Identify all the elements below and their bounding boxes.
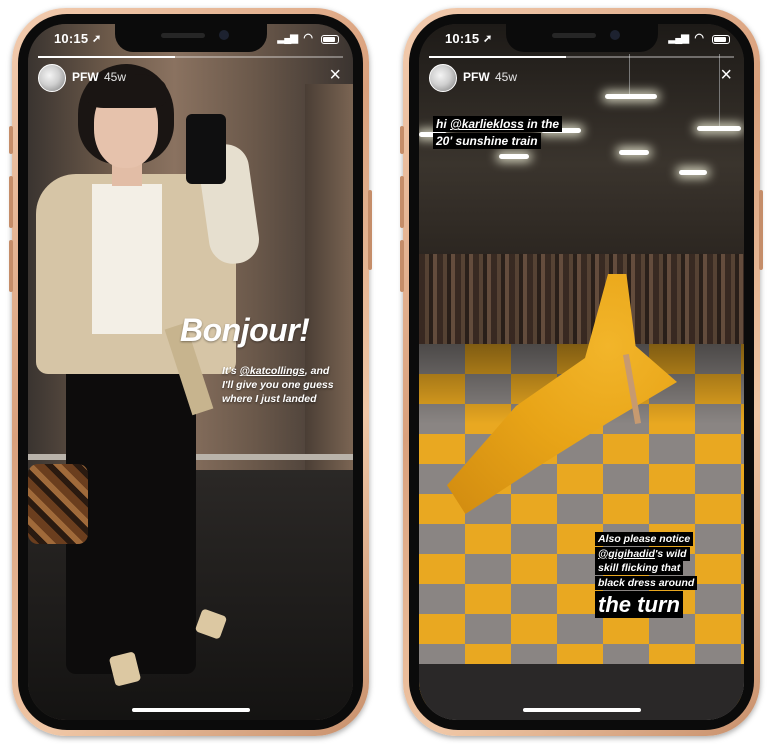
story-age: 45w [495,70,518,84]
account-name[interactable]: PFW [463,70,490,84]
story-header: PFW 45w × [429,64,734,94]
story-big-caption: the turn [595,591,683,618]
story-caption-bottom: Also please notice @gigihadid's wild ski… [595,532,698,590]
wifi-icon: ◠ [694,32,704,44]
volume-up-button [9,176,13,228]
home-indicator[interactable] [522,708,641,712]
home-indicator[interactable] [131,708,250,712]
caption-text: in the [523,117,560,131]
side-button [368,190,372,270]
account-avatar[interactable] [429,64,457,92]
mention-gigihadid[interactable]: @gigihadid [598,548,655,560]
location-arrow-icon: ➚ [483,33,493,45]
mention-karliekloss[interactable]: @karliekloss [450,117,524,131]
person-blouse [92,184,162,334]
ceiling-lamp [619,150,649,155]
battery-icon [712,35,730,44]
handbag [28,464,88,544]
caption-text: 's wild [654,547,687,560]
story-age: 45w [104,70,127,84]
battery-icon [321,35,339,44]
caption-highlight: hi @karliekloss in the [433,116,563,132]
caption-text: Also please notice [598,533,691,545]
caption-highlight: @gigihadid's wild [595,546,690,561]
caption-text: It's [222,365,240,377]
caption-text: I'll give you one guess [222,379,334,391]
ceiling-lamp [679,170,707,175]
ceiling-lamp [605,94,657,99]
location-arrow-icon: ➚ [92,33,102,45]
phone-frame-left: 10:15 ➚ ▂▄▆ ◠ PFW 45w × Bonjour! It's @k… [9,8,372,736]
mute-switch [400,126,404,154]
status-time: 10:15 [54,31,89,46]
caption-text: where I just landed [222,393,317,405]
close-icon[interactable]: × [329,64,341,86]
caption-text: black dress around [598,576,695,589]
caption-text: skill flicking that [598,562,681,574]
story-header: PFW 45w × [38,64,343,94]
status-bar: 10:15 ➚ ▂▄▆ ◠ [28,28,353,50]
caption-text: , and [304,365,330,377]
story-screen-left[interactable]: 10:15 ➚ ▂▄▆ ◠ PFW 45w × Bonjour! It's @k… [28,24,353,720]
mention-katcollings[interactable]: @katcollings [240,365,305,377]
volume-down-button [9,240,13,292]
story-caption: It's @katcollings, and I'll give you one… [222,364,353,406]
ceiling-lamp [697,126,741,131]
phone-frame-right: 10:15 ➚ ▂▄▆ ◠ PFW 45w × hi @karliekloss … [400,8,763,736]
story-progress-bar [429,56,734,58]
account-avatar[interactable] [38,64,66,92]
cellular-signal-icon: ▂▄▆ [668,33,689,44]
cellular-signal-icon: ▂▄▆ [277,33,298,44]
close-icon[interactable]: × [720,64,732,86]
status-bar: 10:15 ➚ ▂▄▆ ◠ [419,28,744,50]
story-headline: Bonjour! [180,312,310,348]
held-phone [186,114,226,184]
caption-text: hi [436,117,450,131]
story-progress-fill [429,56,567,58]
audience [419,254,744,344]
caption-highlight: the turn [595,591,683,618]
side-button [759,190,763,270]
volume-up-button [400,176,404,228]
account-name[interactable]: PFW [72,70,99,84]
caption-highlight: 20' sunshine train [433,133,541,149]
mute-switch [9,126,13,154]
wifi-icon: ◠ [303,32,313,44]
caption-highlight: skill flicking that [595,561,684,575]
story-progress-bar [38,56,343,58]
status-time: 10:15 [445,31,480,46]
ceiling-lamp [499,154,529,159]
story-caption-top: hi @karliekloss in the 20' sunshine trai… [433,116,563,150]
volume-down-button [400,240,404,292]
caption-highlight: black dress around [595,575,698,590]
caption-text: 20' sunshine train [436,134,538,148]
caption-highlight: Also please notice [595,532,694,546]
story-screen-right[interactable]: 10:15 ➚ ▂▄▆ ◠ PFW 45w × hi @karliekloss … [419,24,744,720]
story-progress-fill [38,56,176,58]
